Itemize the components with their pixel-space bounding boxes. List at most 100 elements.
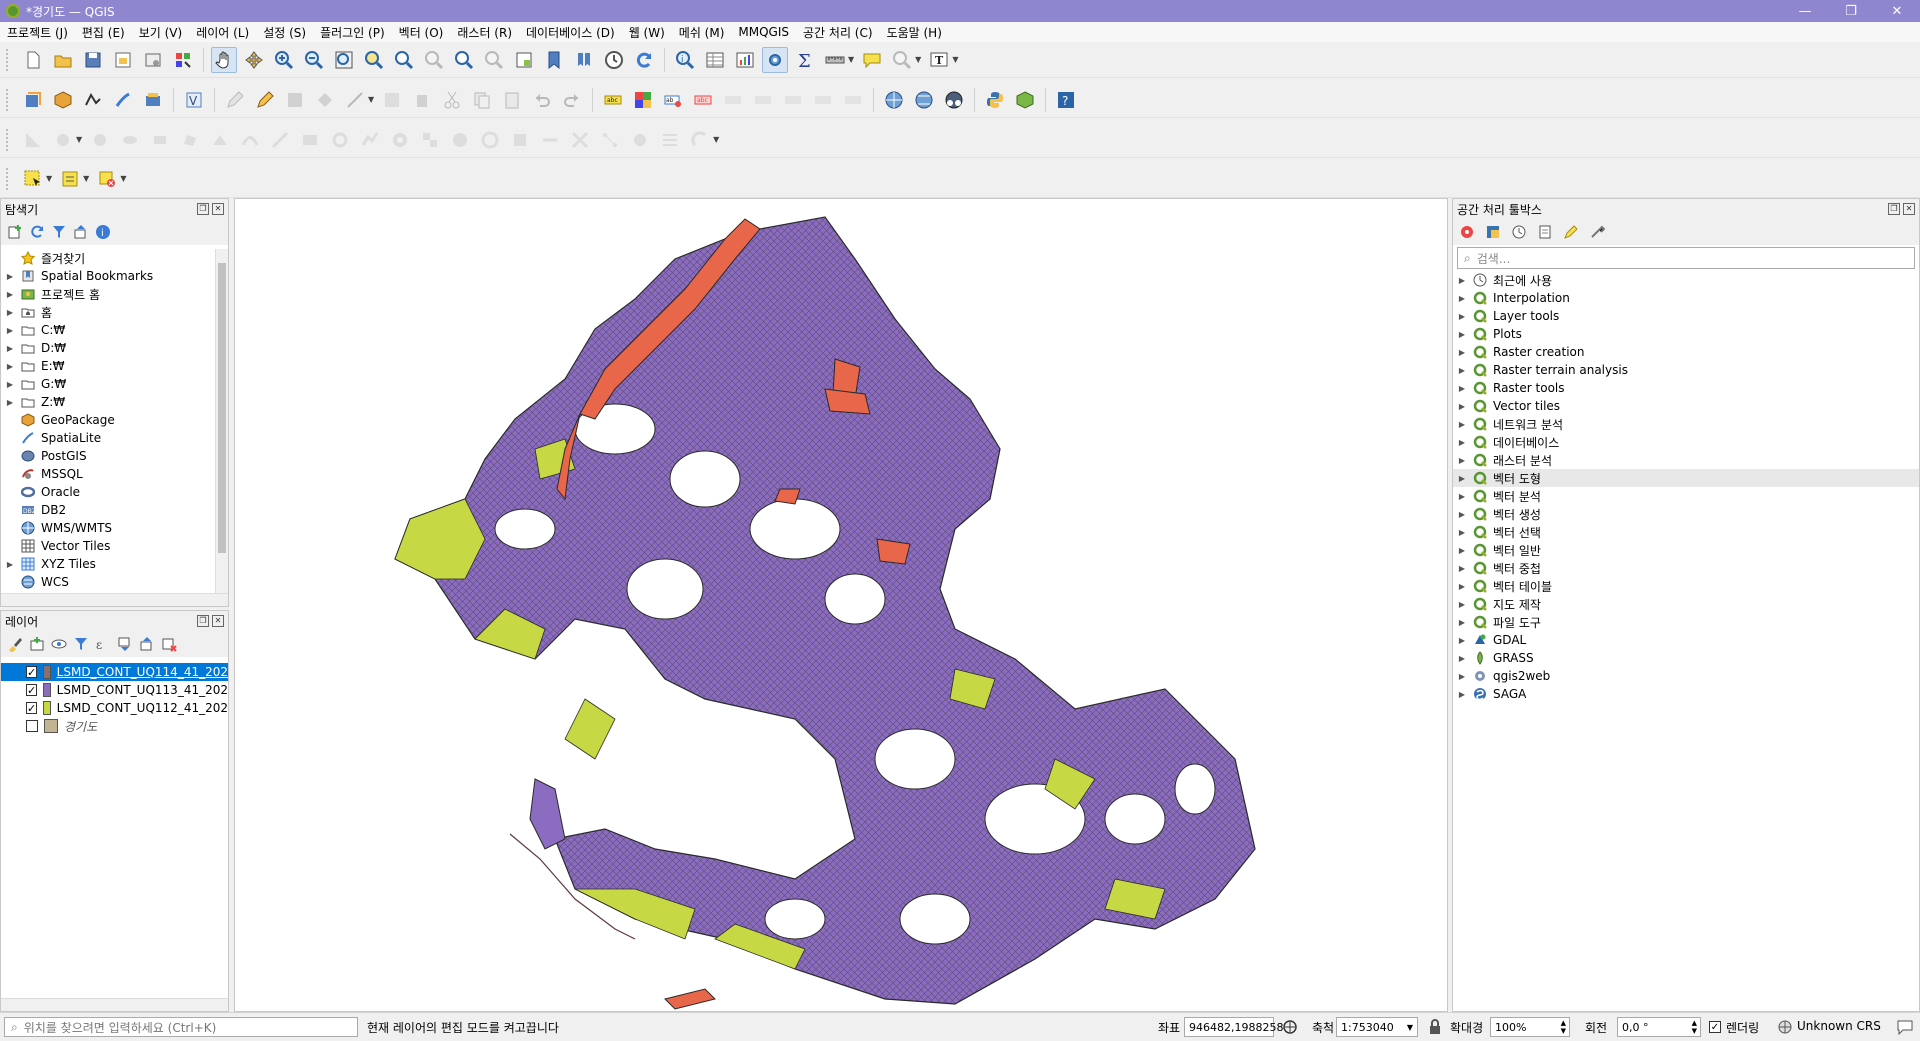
layout-manager-icon[interactable] bbox=[140, 47, 166, 73]
expand-arrow-icon[interactable]: ▶ bbox=[1457, 348, 1467, 357]
zoom-last-icon[interactable] bbox=[451, 47, 477, 73]
new-map-view-icon[interactable] bbox=[511, 47, 537, 73]
menu-item[interactable]: 벡터 (O) bbox=[392, 24, 451, 41]
browser-item[interactable]: PostGIS bbox=[1, 447, 215, 465]
pin-labels-icon[interactable]: abc bbox=[690, 87, 716, 113]
measure-line-icon[interactable] bbox=[822, 47, 848, 73]
float-panel-button[interactable]: ❐ bbox=[197, 203, 209, 215]
browser-item[interactable]: MSSQL bbox=[1, 465, 215, 483]
python-console-icon[interactable] bbox=[982, 87, 1008, 113]
modify-attributes-icon[interactable] bbox=[379, 87, 405, 113]
expand-arrow-icon[interactable]: ▶ bbox=[1457, 474, 1467, 483]
info-icon[interactable]: i bbox=[95, 224, 111, 240]
menu-item[interactable]: 공간 처리 (C) bbox=[796, 24, 880, 41]
browser-item[interactable]: WMS/WMTS bbox=[1, 519, 215, 537]
browser-item[interactable]: ▶ 홈 bbox=[1, 303, 215, 321]
polygon-tool-icon[interactable] bbox=[177, 127, 203, 153]
delete-selected-icon[interactable] bbox=[409, 87, 435, 113]
new-geopackage-layer-icon[interactable] bbox=[50, 87, 76, 113]
expand-arrow-icon[interactable]: ▶ bbox=[1457, 510, 1467, 519]
browser-item[interactable]: ▶ E:₩ bbox=[1, 357, 215, 375]
rotation-field[interactable]: 0,0 ° ▲ ▼ bbox=[1617, 1017, 1701, 1037]
expand-arrow-icon[interactable]: ▶ bbox=[1457, 294, 1467, 303]
text-annotation-icon[interactable]: T bbox=[926, 47, 952, 73]
expand-arrow-icon[interactable]: ▶ bbox=[5, 272, 15, 281]
menu-item[interactable]: 레이어 (L) bbox=[189, 24, 256, 41]
expand-arrow-icon[interactable]: ▶ bbox=[1457, 690, 1467, 699]
fill-ring-icon[interactable] bbox=[447, 127, 473, 153]
toolbox-provider-item[interactable]: ▶ 벡터 생성 bbox=[1453, 505, 1919, 523]
browser-item[interactable]: ▶ 프로젝트 홈 bbox=[1, 285, 215, 303]
edit-features-in-place-icon[interactable] bbox=[1563, 224, 1579, 240]
toolbox-provider-item[interactable]: ▶ 데이터베이스 bbox=[1453, 433, 1919, 451]
move-feature-icon[interactable] bbox=[627, 127, 653, 153]
models-icon[interactable] bbox=[1459, 224, 1475, 240]
expand-arrow-icon[interactable]: ▶ bbox=[5, 290, 15, 299]
browser-item[interactable]: ▶ C:₩ bbox=[1, 321, 215, 339]
scale-field[interactable]: 1:753040 ▼ bbox=[1336, 1017, 1418, 1037]
toolbox-provider-item[interactable]: ▶ 벡터 분석 bbox=[1453, 487, 1919, 505]
help-icon[interactable]: ? bbox=[1053, 87, 1079, 113]
toolbox-provider-item[interactable]: ▶ 벡터 중첩 bbox=[1453, 559, 1919, 577]
browser-item[interactable]: ▶ D:₩ bbox=[1, 339, 215, 357]
menu-item[interactable]: 플러그인 (P) bbox=[313, 24, 392, 41]
expand-arrow-icon[interactable]: ▶ bbox=[1457, 528, 1467, 537]
zoom-native-icon[interactable] bbox=[421, 47, 447, 73]
new-virtual-layer-icon[interactable] bbox=[140, 87, 166, 113]
expand-arrow-icon[interactable]: ▶ bbox=[5, 398, 15, 407]
magnifier-field[interactable]: 100% ▲ ▼ bbox=[1490, 1017, 1570, 1037]
digitize-icon[interactable] bbox=[20, 127, 46, 153]
expand-arrow-icon[interactable]: ▶ bbox=[1457, 366, 1467, 375]
expand-arrow-icon[interactable]: ▶ bbox=[5, 380, 15, 389]
toolbox-provider-item[interactable]: ▶ Interpolation bbox=[1453, 289, 1919, 307]
browser-item[interactable]: ▶ G:₩ bbox=[1, 375, 215, 393]
style-manager-icon[interactable] bbox=[170, 47, 196, 73]
new-spatialite-layer-icon[interactable] bbox=[110, 87, 136, 113]
add-wms-layer-icon[interactable] bbox=[881, 87, 907, 113]
toolbox-provider-item[interactable]: ▶ 벡터 선택 bbox=[1453, 523, 1919, 541]
add-vector-layer-icon[interactable]: V bbox=[181, 87, 207, 113]
messages-icon[interactable] bbox=[1896, 1019, 1914, 1035]
expand-arrow-icon[interactable]: ▶ bbox=[1457, 402, 1467, 411]
menu-item[interactable]: 메쉬 (M) bbox=[672, 24, 732, 41]
browser-item[interactable]: WCS bbox=[1, 573, 215, 591]
expand-arrow-icon[interactable]: ▶ bbox=[1457, 438, 1467, 447]
close-panel-button[interactable]: ✕ bbox=[212, 615, 224, 627]
save-edits-icon[interactable] bbox=[282, 87, 308, 113]
toolbox-provider-item[interactable]: ▶ qgis2web bbox=[1453, 667, 1919, 685]
expand-arrow-icon[interactable]: ▶ bbox=[1457, 330, 1467, 339]
menu-item[interactable]: 보기 (V) bbox=[132, 24, 189, 41]
expand-arrow-icon[interactable]: ▶ bbox=[1457, 600, 1467, 609]
current-edits-icon[interactable] bbox=[222, 87, 248, 113]
history-icon[interactable] bbox=[1511, 224, 1527, 240]
layer-visibility-checkbox[interactable]: ✓ bbox=[26, 702, 38, 715]
expand-arrow-icon[interactable]: ▶ bbox=[5, 344, 15, 353]
zoom-in-icon[interactable] bbox=[271, 47, 297, 73]
add-wcs-layer-icon[interactable] bbox=[911, 87, 937, 113]
browser-item[interactable]: ▶ XYZ Tiles bbox=[1, 555, 215, 573]
menu-item[interactable]: 프로젝트 (J) bbox=[0, 24, 75, 41]
add-part-icon[interactable] bbox=[417, 127, 443, 153]
toolbox-provider-item[interactable]: ▶ 파일 도구 bbox=[1453, 613, 1919, 631]
expand-arrow-icon[interactable]: ▶ bbox=[1457, 618, 1467, 627]
menu-item[interactable]: 데이터베이스 (D) bbox=[519, 24, 622, 41]
rectangle-tool-icon[interactable] bbox=[147, 127, 173, 153]
browser-item[interactable]: GeoPackage bbox=[1, 411, 215, 429]
data-source-manager-icon[interactable] bbox=[20, 87, 46, 113]
options-icon[interactable] bbox=[1589, 224, 1605, 240]
zoom-next-icon[interactable] bbox=[481, 47, 507, 73]
layer-item[interactable]: ✓ LSMD_CONT_UQ112_41_202 bbox=[1, 699, 228, 717]
close-panel-button[interactable]: ✕ bbox=[1903, 203, 1915, 215]
expand-arrow-icon[interactable]: ▶ bbox=[1457, 654, 1467, 663]
browser-item[interactable]: Oracle bbox=[1, 483, 215, 501]
filter-by-expression-icon[interactable]: ε bbox=[95, 636, 111, 652]
vertex-editor-icon[interactable] bbox=[597, 127, 623, 153]
expand-arrow-icon[interactable]: ▶ bbox=[5, 560, 15, 569]
layer-visibility-checkbox[interactable]: ✓ bbox=[26, 684, 38, 697]
collapse-all-icon[interactable] bbox=[139, 636, 155, 652]
add-ring-icon[interactable] bbox=[387, 127, 413, 153]
toolbox-provider-item[interactable]: ▶ 지도 제작 bbox=[1453, 595, 1919, 613]
zoom-out-icon[interactable] bbox=[301, 47, 327, 73]
float-panel-button[interactable]: ❐ bbox=[197, 615, 209, 627]
redo-icon[interactable] bbox=[559, 87, 585, 113]
